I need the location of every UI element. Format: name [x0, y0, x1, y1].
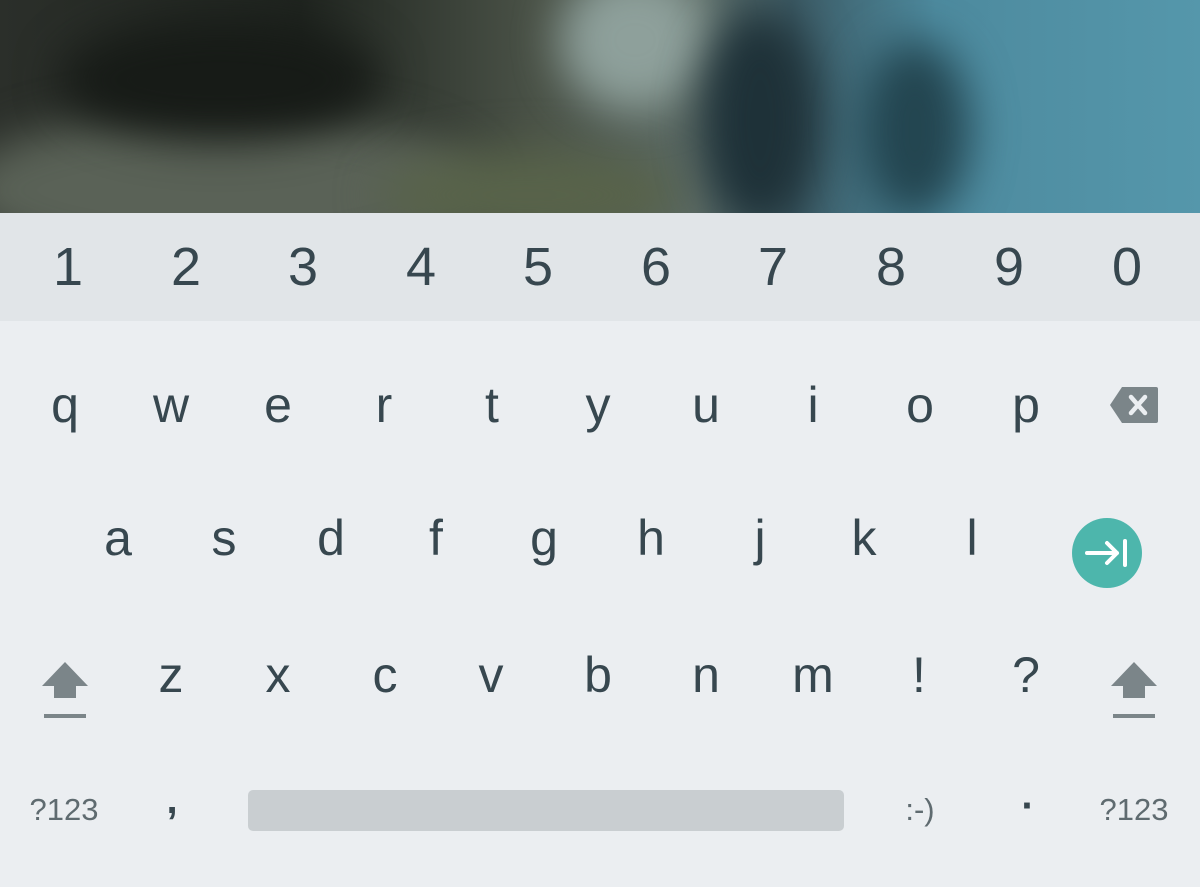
period-key[interactable]: · [996, 776, 1060, 836]
key-d[interactable]: d [281, 498, 381, 578]
shift-key-right[interactable] [1099, 648, 1169, 728]
key-5[interactable]: 5 [488, 213, 588, 321]
key-z[interactable]: z [121, 635, 221, 715]
key-exclamation[interactable]: ! [869, 635, 969, 715]
key-g[interactable]: g [494, 498, 594, 578]
space-bar[interactable] [248, 790, 844, 831]
key-b[interactable]: b [548, 635, 648, 715]
key-3[interactable]: 3 [253, 213, 353, 321]
key-4[interactable]: 4 [371, 213, 471, 321]
key-u[interactable]: u [656, 365, 756, 445]
key-s[interactable]: s [174, 498, 274, 578]
key-a[interactable]: a [68, 498, 168, 578]
key-9[interactable]: 9 [959, 213, 1059, 321]
key-t[interactable]: t [442, 365, 542, 445]
backspace-key[interactable] [1096, 372, 1172, 438]
key-question[interactable]: ? [976, 635, 1076, 715]
shift-icon [42, 662, 88, 718]
key-r[interactable]: r [334, 365, 434, 445]
shift-icon [1111, 662, 1157, 718]
key-8[interactable]: 8 [841, 213, 941, 321]
emoticon-key[interactable]: :-) [870, 780, 970, 840]
number-row: 1 2 3 4 5 6 7 8 9 0 [0, 213, 1200, 321]
background-photo [0, 0, 1200, 213]
key-6[interactable]: 6 [606, 213, 706, 321]
key-x[interactable]: x [228, 635, 328, 715]
comma-key[interactable]: , [140, 770, 204, 830]
key-p[interactable]: p [976, 365, 1076, 445]
backspace-icon [1110, 387, 1158, 423]
symbols-key-left[interactable]: ?123 [14, 780, 114, 840]
key-q[interactable]: q [15, 365, 115, 445]
key-i[interactable]: i [763, 365, 863, 445]
screen: 1 2 3 4 5 6 7 8 9 0 q w e r t y u i o p … [0, 0, 1200, 887]
key-h[interactable]: h [601, 498, 701, 578]
key-e[interactable]: e [228, 365, 328, 445]
key-w[interactable]: w [121, 365, 221, 445]
key-y[interactable]: y [548, 365, 648, 445]
key-0[interactable]: 0 [1077, 213, 1177, 321]
key-k[interactable]: k [814, 498, 914, 578]
key-v[interactable]: v [441, 635, 541, 715]
key-1[interactable]: 1 [18, 213, 118, 321]
key-o[interactable]: o [870, 365, 970, 445]
shift-key-left[interactable] [30, 648, 100, 728]
tab-key[interactable] [1072, 518, 1142, 588]
symbols-key-right[interactable]: ?123 [1084, 780, 1184, 840]
key-c[interactable]: c [335, 635, 435, 715]
key-j[interactable]: j [710, 498, 810, 578]
key-2[interactable]: 2 [136, 213, 236, 321]
key-n[interactable]: n [656, 635, 756, 715]
key-f[interactable]: f [386, 498, 486, 578]
key-m[interactable]: m [763, 635, 863, 715]
key-7[interactable]: 7 [723, 213, 823, 321]
key-l[interactable]: l [922, 498, 1022, 578]
tab-next-icon [1085, 539, 1127, 567]
